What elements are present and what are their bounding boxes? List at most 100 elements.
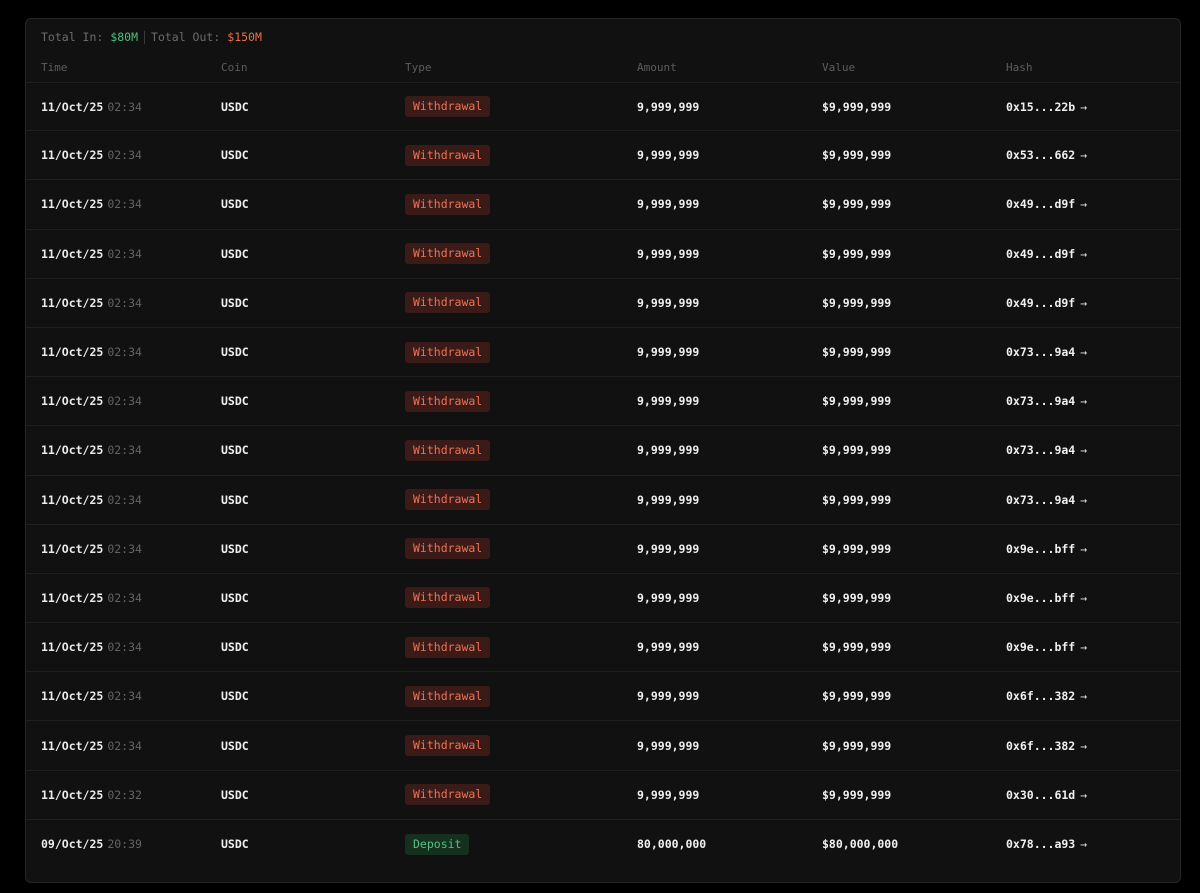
table-row[interactable]: 11/Oct/25 02:34 USDC Withdrawal 9,999,999 $9,… [26,476,1180,525]
type-badge: Withdrawal [405,292,491,314]
arrow-right-icon[interactable]: → [1080,345,1087,359]
arrow-right-icon[interactable]: → [1080,591,1087,605]
row-hash-link[interactable]: 0x73...9a4 → [1006,328,1087,376]
hash-text: 0x78...a93 [1006,837,1076,852]
row-type-cell: Withdrawal [405,180,491,228]
row-value: $9,999,999 [822,394,892,409]
row-date: 11/Oct/25 [41,345,104,360]
hash-text: 0x15...22b [1006,99,1076,114]
arrow-right-icon[interactable]: → [1080,148,1087,162]
row-clock: 02:34 [107,689,142,704]
table-row[interactable]: 11/Oct/25 02:34 USDC Withdrawal 9,999,999 $9,… [26,721,1180,771]
hash-text: 0x73...9a4 [1006,394,1076,409]
row-hash-link[interactable]: 0x30...61d → [1006,771,1087,819]
column-header-hash[interactable]: Hash [1006,59,1033,75]
type-badge: Withdrawal [405,341,491,363]
table-row[interactable]: 11/Oct/25 02:34 USDC Withdrawal 9,999,999 $9,… [26,230,1180,279]
row-hash-link[interactable]: 0x73...9a4 → [1006,426,1087,474]
type-badge: Withdrawal [405,636,491,658]
row-hash-link[interactable]: 0x73...9a4 → [1006,377,1087,425]
row-amount: 9,999,999 [637,295,700,310]
table-row[interactable]: 11/Oct/25 02:34 USDC Withdrawal 9,999,999 $9,… [26,574,1180,624]
row-coin: USDC [221,738,249,753]
row-amount: 9,999,999 [637,541,700,556]
arrow-right-icon[interactable]: → [1080,542,1087,556]
row-hash-link[interactable]: 0x9e...bff → [1006,525,1087,573]
row-coin: USDC [221,197,249,212]
type-badge: Withdrawal [405,587,491,609]
table-row[interactable]: 11/Oct/25 02:34 USDC Withdrawal 9,999,999 $9,… [26,672,1180,722]
transactions-table-body: 11/Oct/25 02:34 USDC Withdrawal 9,999,999 $9,… [26,82,1180,869]
table-row[interactable]: 09/Oct/25 20:39 USDC Deposit 80,000,000 $80,0… [26,820,1180,869]
table-row[interactable]: 11/Oct/25 02:32 USDC Withdrawal 9,999,999 $9,… [26,771,1180,820]
row-time-cell: 11/Oct/25 02:34 [41,574,142,622]
row-coin: USDC [221,787,249,802]
row-coin: USDC [221,246,249,261]
row-time-cell: 11/Oct/25 02:34 [41,377,142,425]
type-badge: Withdrawal [405,193,491,215]
row-coin: USDC [221,443,249,458]
row-hash-link[interactable]: 0x53...662 → [1006,131,1087,179]
hash-text: 0x53...662 [1006,148,1076,163]
row-hash-link[interactable]: 0x49...d9f → [1006,180,1087,228]
row-clock: 02:34 [107,492,142,507]
arrow-right-icon[interactable]: → [1080,100,1087,114]
row-amount: 9,999,999 [637,640,700,655]
row-hash-link[interactable]: 0x78...a93 → [1006,820,1087,869]
table-row[interactable]: 11/Oct/25 02:34 USDC Withdrawal 9,999,999 $9,… [26,279,1180,328]
table-row[interactable]: 11/Oct/25 02:34 USDC Withdrawal 9,999,999 $9,… [26,426,1180,476]
table-row[interactable]: 11/Oct/25 02:34 USDC Withdrawal 9,999,999 $9,… [26,525,1180,574]
row-hash-link[interactable]: 0x73...9a4 → [1006,476,1087,524]
column-header-time[interactable]: Time [41,59,68,75]
row-time-cell: 11/Oct/25 02:34 [41,279,142,327]
hash-text: 0x9e...bff [1006,541,1076,556]
row-clock: 02:34 [107,295,142,310]
row-coin: USDC [221,99,249,114]
hash-text: 0x49...d9f [1006,295,1076,310]
column-header-value[interactable]: Value [822,59,855,75]
row-type-cell: Withdrawal [405,131,491,179]
row-coin: USDC [221,492,249,507]
hash-text: 0x9e...bff [1006,640,1076,655]
row-type-cell: Withdrawal [405,476,491,524]
row-date: 11/Oct/25 [41,689,104,704]
table-row[interactable]: 11/Oct/25 02:34 USDC Withdrawal 9,999,999 $9,… [26,328,1180,378]
row-hash-link[interactable]: 0x6f...382 → [1006,721,1087,769]
column-header-coin[interactable]: Coin [221,59,248,75]
totals-summary: Total In: $80M Total Out: $150M [41,29,262,45]
column-header-type[interactable]: Type [405,59,432,75]
row-date: 11/Oct/25 [41,541,104,556]
row-hash-link[interactable]: 0x49...d9f → [1006,279,1087,327]
row-hash-link[interactable]: 0x9e...bff → [1006,623,1087,671]
arrow-right-icon[interactable]: → [1080,247,1087,261]
row-value: $9,999,999 [822,197,892,212]
column-header-amount[interactable]: Amount [637,59,677,75]
row-type-cell: Withdrawal [405,574,491,622]
arrow-right-icon[interactable]: → [1080,689,1087,703]
arrow-right-icon[interactable]: → [1080,197,1087,211]
arrow-right-icon[interactable]: → [1080,493,1087,507]
table-row[interactable]: 11/Oct/25 02:34 USDC Withdrawal 9,999,999 $9,… [26,180,1180,230]
table-row[interactable]: 11/Oct/25 02:34 USDC Withdrawal 9,999,999 $9,… [26,131,1180,181]
arrow-right-icon[interactable]: → [1080,640,1087,654]
row-time-cell: 11/Oct/25 02:32 [41,771,142,819]
type-badge: Deposit [405,833,470,855]
row-hash-link[interactable]: 0x6f...382 → [1006,672,1087,720]
row-hash-link[interactable]: 0x15...22b → [1006,83,1087,130]
arrow-right-icon[interactable]: → [1080,394,1087,408]
arrow-right-icon[interactable]: → [1080,788,1087,802]
arrow-right-icon[interactable]: → [1080,443,1087,457]
row-hash-link[interactable]: 0x49...d9f → [1006,230,1087,278]
row-value: $9,999,999 [822,787,892,802]
arrow-right-icon[interactable]: → [1080,296,1087,310]
row-clock: 02:34 [107,738,142,753]
arrow-right-icon[interactable]: → [1080,837,1087,851]
table-row[interactable]: 11/Oct/25 02:34 USDC Withdrawal 9,999,999 $9,… [26,623,1180,673]
table-row[interactable]: 11/Oct/25 02:34 USDC Withdrawal 9,999,999 $9,… [26,377,1180,427]
row-type-cell: Withdrawal [405,721,491,769]
arrow-right-icon[interactable]: → [1080,739,1087,753]
row-amount: 9,999,999 [637,492,700,507]
table-row[interactable]: 11/Oct/25 02:34 USDC Withdrawal 9,999,999 $9,… [26,82,1180,132]
type-badge: Withdrawal [405,784,491,806]
row-hash-link[interactable]: 0x9e...bff → [1006,574,1087,622]
